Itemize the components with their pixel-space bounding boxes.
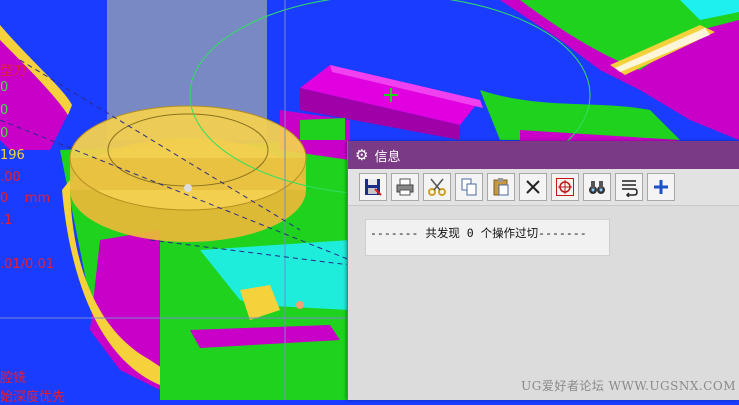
overcut-result-message: ------- 共发现 0 个操作过切------- — [365, 219, 610, 256]
print-button[interactable] — [391, 173, 419, 201]
scissors-icon — [428, 178, 446, 196]
forum-watermark: UG爱好者论坛 WWW.UGSNX.COM — [521, 379, 736, 393]
copy-button[interactable] — [455, 173, 483, 201]
cut-order-label: 始深度优先 — [0, 390, 66, 405]
gear-icon: ⚙ — [355, 145, 369, 164]
add-button[interactable] — [647, 173, 675, 201]
copy-icon — [461, 178, 477, 196]
param-line-1: 0 — [0, 80, 9, 95]
param-units: 0 mm — [0, 191, 51, 206]
param-value-1: .1 — [0, 213, 13, 228]
binoculars-icon — [589, 181, 605, 194]
find-button[interactable] — [583, 173, 611, 201]
param-value-00: .00 — [0, 170, 21, 185]
param-line-3: 0 — [0, 126, 9, 141]
information-window[interactable]: ⚙ 信息 ------- 共发现 0 个操作过切------- UG爱好者论坛 … — [347, 141, 739, 400]
floppy-icon — [365, 179, 382, 196]
close-icon — [526, 180, 540, 194]
cut-button[interactable] — [423, 173, 451, 201]
info-toolbar — [348, 169, 739, 206]
target-button[interactable] — [551, 173, 579, 201]
paste-button[interactable] — [487, 173, 515, 201]
printer-icon — [396, 178, 414, 196]
param-value-196: 196 — [0, 148, 25, 163]
tool-type-label: 型刀 — [0, 64, 27, 79]
tolerance-label: .01/0.01 — [0, 257, 54, 272]
info-titlebar[interactable]: ⚙ 信息 — [348, 141, 739, 169]
save-button[interactable] — [359, 173, 387, 201]
info-content-area[interactable]: ------- 共发现 0 个操作过切------- UG爱好者论坛 WWW.U… — [348, 206, 739, 400]
param-line-2: 0 — [0, 103, 9, 118]
paste-icon — [493, 178, 509, 196]
crosshair-icon — [556, 178, 574, 196]
window-title: 信息 — [374, 149, 401, 165]
plus-icon — [654, 180, 668, 194]
operation-name-label: 腔铣 — [0, 371, 27, 386]
wrap-button[interactable] — [615, 173, 643, 201]
delete-button[interactable] — [519, 173, 547, 201]
wrap-text-icon — [622, 180, 638, 197]
